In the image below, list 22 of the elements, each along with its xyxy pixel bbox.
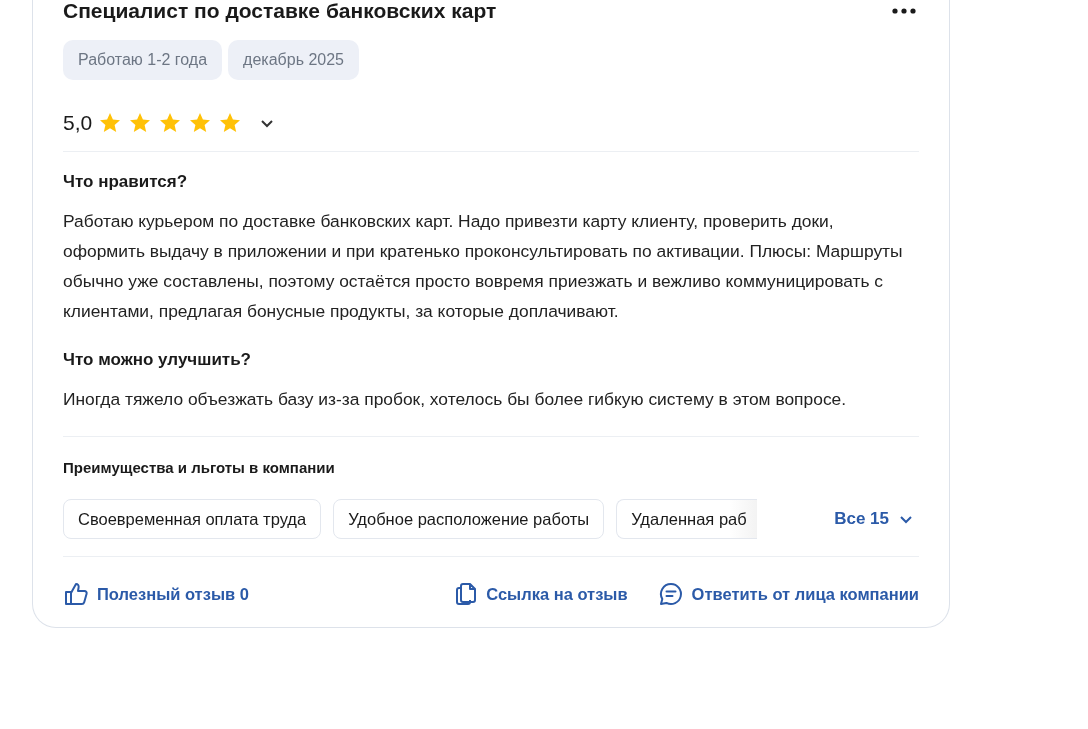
helpful-button[interactable]: Полезный отзыв 0 xyxy=(63,581,249,607)
benefits-heading: Преимущества и льготы в компании xyxy=(63,459,336,476)
section-heading: Что можно улучшить? xyxy=(63,350,252,370)
review-title: Специалист по доставке банковских карт xyxy=(63,0,497,23)
more-icon[interactable] xyxy=(892,8,916,14)
copy-icon xyxy=(454,581,479,607)
show-all-button[interactable]: Все 15 xyxy=(834,509,913,529)
section-heading: Что нравится? xyxy=(63,172,189,192)
thumbs-up-icon xyxy=(63,581,89,607)
reply-button[interactable]: Ответить от лица компании xyxy=(657,581,919,607)
tag: декабрь 2025 xyxy=(228,40,359,80)
copy-link-button[interactable]: Ссылка на отзыв xyxy=(454,581,628,607)
benefit-chip: Удобное расположение работы xyxy=(333,499,605,539)
chevron-down-icon[interactable] xyxy=(260,118,275,128)
benefit-chip: Удаленная раб xyxy=(616,499,758,539)
chevron-down-icon xyxy=(899,514,913,524)
review-text: Иногда тяжело объезжать базу из-за пробок, хотелось бы более гибкую систему в этом вопросе. xyxy=(63,388,848,411)
benefit-chip: Своевременная оплата труда xyxy=(63,499,322,539)
tag: Работаю 1-2 года xyxy=(63,40,223,80)
rating-value: 5,0 xyxy=(63,111,93,135)
review-text: Работаю курьером по доставке банковских карт. Надо привезти карту клиенту, проверить доки, оформить выдачу в приложении и при кратенько проконсультировать по активации. Плюсы: Маршруты обычно уже составлены, поэтому остаётся просто вовремя приезжать и вежливо коммуницировать с клиентами, предлагая бонусные продукты, за которые доплачивают. xyxy=(63,210,904,323)
chat-icon xyxy=(657,581,684,607)
